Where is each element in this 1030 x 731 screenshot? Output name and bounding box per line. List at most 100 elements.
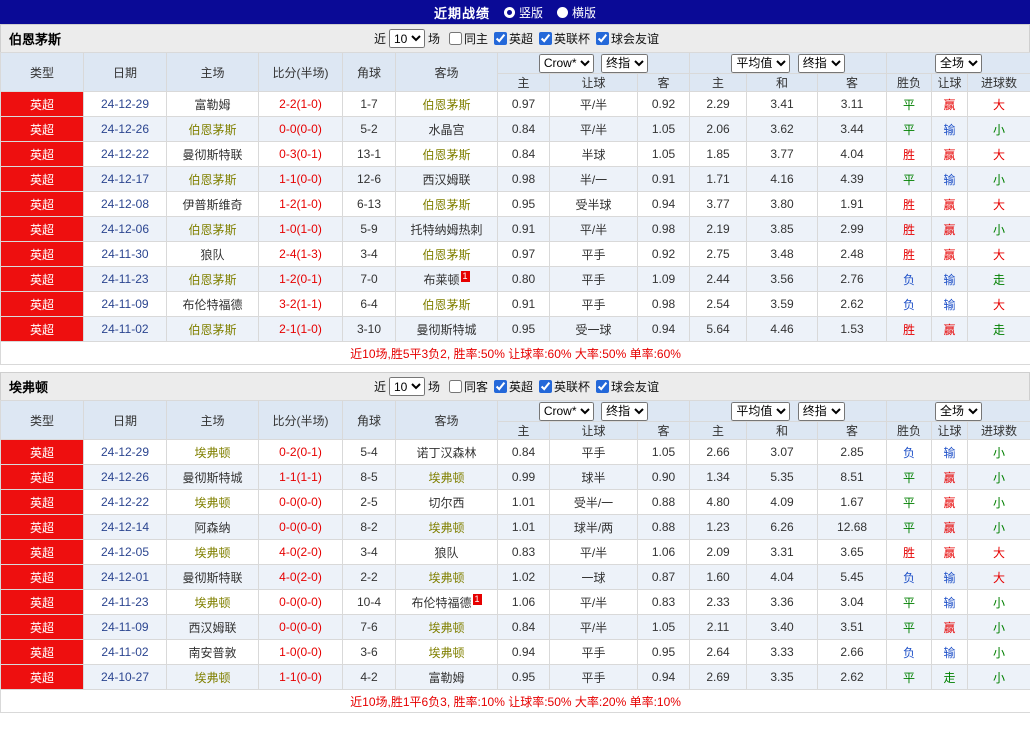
result-outcome: 负 [886, 266, 933, 292]
result-goals: 大 [967, 191, 1030, 217]
score: 0-0(0-0) [258, 116, 343, 142]
same-venue-filter[interactable]: 同客 [448, 378, 488, 395]
avg-select[interactable]: 平均值 [731, 53, 791, 73]
result-handicap: 输 [931, 291, 969, 317]
league-filter-friendly[interactable]: 球会友谊 [596, 378, 659, 395]
col-header-avg-home: 主 [689, 73, 748, 92]
result-outcome: 胜 [886, 216, 933, 242]
match-date: 24-12-08 [83, 191, 167, 217]
col-header-away: 客场 [395, 52, 498, 92]
corner-score: 8-5 [342, 464, 396, 490]
match-date: 24-12-29 [83, 91, 167, 117]
match-row: 英超 24-12-29 富勒姆 2-2(1-0) 1-7 伯恩茅斯 0.97 平/半 0.92 2… [0, 91, 1030, 117]
asian-away-odds: 0.94 [636, 664, 691, 690]
matches-body: 英超 24-12-29 埃弗顿 0-2(0-1) 5-4 诺丁汉森林 0.84 平手 1.05 2… [0, 439, 1030, 690]
avg-stage-select[interactable]: 终指 [797, 401, 845, 421]
col-header-avg-draw: 和 [746, 73, 819, 92]
layout-option-vertical[interactable]: 竖版 [503, 4, 543, 21]
avg-home-odds: 1.60 [689, 564, 748, 590]
match-row: 英超 24-12-22 曼彻斯特联 0-3(0-1) 13-1 伯恩茅斯 0.84 半球 1.0… [0, 141, 1030, 167]
same-venue-checkbox[interactable] [448, 32, 462, 45]
result-goals: 走 [967, 266, 1030, 292]
score: 0-0(0-0) [258, 489, 343, 515]
avg-draw-odds: 6.26 [746, 514, 819, 540]
col-header-handicap-result: 让球 [931, 73, 969, 92]
league-friendly-checkbox[interactable] [596, 380, 610, 393]
home-team: 曼彻斯特城 [166, 464, 259, 490]
avg-away-odds: 4.39 [817, 166, 888, 192]
team-name: 埃弗顿 [9, 380, 49, 395]
home-team: 曼彻斯特联 [166, 564, 259, 590]
result-goals: 小 [967, 614, 1030, 640]
odds-stage-select[interactable]: 终指 [601, 53, 649, 73]
match-row: 英超 24-11-09 布伦特福德 3-2(1-1) 6-4 伯恩茅斯 0.91 平手 0.98… [0, 291, 1030, 317]
asian-away-odds: 0.92 [636, 91, 691, 117]
league-filter-epl[interactable]: 英超 [494, 378, 533, 395]
radio-selected-icon [503, 6, 515, 18]
corner-score: 1-7 [342, 91, 396, 117]
avg-away-odds: 1.53 [817, 316, 888, 342]
result-goals: 小 [967, 439, 1030, 465]
league-eflcup-checkbox[interactable] [539, 32, 553, 45]
col-header-type: 类型 [0, 400, 84, 440]
scope-select[interactable]: 全场 [935, 53, 983, 73]
asian-away-odds: 0.98 [636, 291, 691, 317]
result-handicap: 输 [931, 166, 969, 192]
result-goals: 大 [967, 539, 1030, 565]
league-friendly-checkbox[interactable] [596, 32, 610, 45]
match-row: 英超 24-11-23 伯恩茅斯 1-2(0-1) 7-0 布莱顿 1 0.80 平手 1.09 2… [0, 266, 1030, 292]
asian-away-odds: 0.83 [636, 589, 691, 615]
avg-select[interactable]: 平均值 [731, 401, 791, 421]
avg-stage-select[interactable]: 终指 [797, 53, 845, 73]
corner-score: 5-2 [342, 116, 396, 142]
corner-score: 6-4 [342, 291, 396, 317]
asian-handicap: 平手 [549, 291, 638, 317]
recent-count-select[interactable]: 10 [388, 377, 425, 396]
corner-score: 2-5 [342, 489, 396, 515]
asian-home-odds: 1.06 [497, 589, 550, 615]
home-team: 西汉姆联 [166, 614, 259, 640]
recent-count-select[interactable]: 10 [388, 29, 425, 48]
asian-handicap: 平手 [549, 266, 638, 292]
result-goals: 小 [967, 639, 1030, 665]
avg-away-odds: 4.04 [817, 141, 888, 167]
odds-company-select[interactable]: Crow* [538, 53, 594, 73]
league-eflcup-checkbox[interactable] [539, 380, 553, 393]
layout-option-horizontal[interactable]: 横版 [557, 4, 596, 21]
result-goals: 小 [967, 589, 1030, 615]
league-filter-eflcup[interactable]: 英联杯 [539, 378, 590, 395]
match-date: 24-11-02 [83, 316, 167, 342]
radio-label-vertical: 竖版 [518, 5, 543, 20]
league-badge: 英超 [0, 316, 84, 342]
score: 1-1(1-1) [258, 464, 343, 490]
odds-stage-select[interactable]: 终指 [601, 401, 649, 421]
col-header-date: 日期 [83, 400, 167, 440]
avg-away-odds: 3.04 [817, 589, 888, 615]
result-goals: 小 [967, 514, 1030, 540]
avg-away-odds: 3.44 [817, 116, 888, 142]
league-filter-epl[interactable]: 英超 [494, 30, 533, 47]
scope-select[interactable]: 全场 [935, 401, 983, 421]
same-venue-filter[interactable]: 同主 [448, 30, 488, 47]
odds-company-select[interactable]: Crow* [538, 401, 594, 421]
col-header-asian-home: 主 [497, 421, 550, 440]
summary-text: 近10场,胜1平6负3, 胜率:10% 让球率:50% 大率:20% 单率:10… [0, 689, 1030, 713]
away-team: 布莱顿 1 [395, 266, 498, 292]
league-epl-checkbox[interactable] [494, 32, 507, 45]
score: 4-0(2-0) [258, 539, 343, 565]
league-filter-eflcup[interactable]: 英联杯 [539, 30, 590, 47]
avg-away-odds: 5.45 [817, 564, 888, 590]
result-outcome: 负 [886, 291, 933, 317]
league-filter-friendly[interactable]: 球会友谊 [596, 30, 659, 47]
league-eflcup-label: 英联杯 [554, 380, 591, 394]
radio-unselected-icon [557, 6, 568, 18]
asian-handicap: 受一球 [549, 316, 638, 342]
league-epl-checkbox[interactable] [494, 380, 507, 393]
avg-away-odds: 12.68 [817, 514, 888, 540]
asian-home-odds: 0.84 [497, 614, 550, 640]
col-header-type: 类型 [0, 52, 84, 92]
scope-select-cell: 全场 [886, 400, 1030, 422]
same-venue-checkbox[interactable] [448, 380, 462, 393]
result-goals: 小 [967, 166, 1030, 192]
avg-home-odds: 5.64 [689, 316, 748, 342]
